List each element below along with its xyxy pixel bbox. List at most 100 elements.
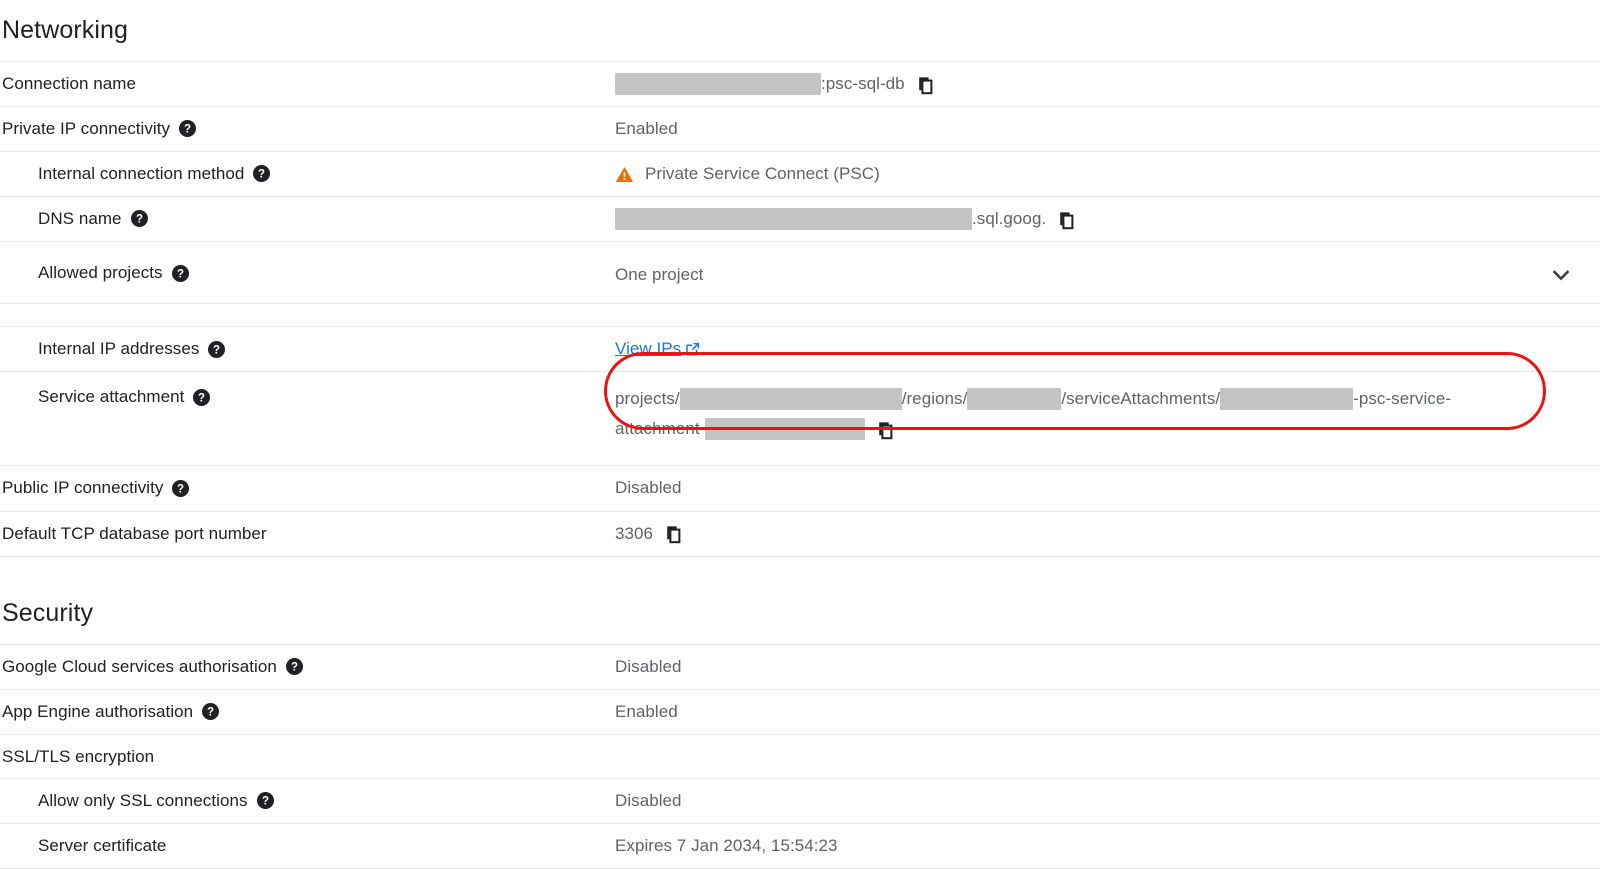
help-icon[interactable]: ? bbox=[257, 792, 274, 809]
help-icon[interactable]: ? bbox=[253, 165, 270, 182]
row-value-internal-connection-method: Private Service Connect (PSC) bbox=[615, 152, 1600, 196]
view-ips-link[interactable]: View IPs bbox=[615, 338, 700, 360]
svg-text:?: ? bbox=[177, 268, 184, 280]
svg-text:?: ? bbox=[258, 169, 265, 181]
svg-text:?: ? bbox=[184, 124, 191, 136]
table-row-ssl-tls-encryption: SSL/TLS encryption bbox=[0, 734, 1600, 778]
row-label-text: SSL/TLS encryption bbox=[2, 746, 154, 767]
row-label-text: Allowed projects bbox=[38, 262, 163, 283]
value-text: 3306 bbox=[615, 523, 653, 545]
row-label-text: Default TCP database port number bbox=[2, 523, 267, 544]
copy-icon[interactable] bbox=[916, 76, 935, 95]
connection-name-suffix: :psc-sql-db bbox=[821, 73, 905, 95]
redacted-attachment-name bbox=[1220, 388, 1353, 410]
table-row-server-certificate: Server certificate Expires 7 Jan 2034, 1… bbox=[0, 823, 1600, 868]
sa-part-suffix: -psc-service- bbox=[1353, 384, 1451, 414]
help-icon[interactable]: ? bbox=[193, 389, 210, 406]
spacer bbox=[0, 43, 1600, 61]
help-icon[interactable]: ? bbox=[131, 210, 148, 227]
table-row-google-cloud-services-authorisation: Google Cloud services authorisation ? Di… bbox=[0, 644, 1600, 689]
table-row-internal-ip-addresses: Internal IP addresses ? View IPs bbox=[0, 326, 1600, 371]
row-label-text: Allow only SSL connections bbox=[38, 790, 248, 811]
row-value-service-attachment: projects/ /regions/ /serviceAttachments/… bbox=[615, 372, 1600, 465]
view-ips-label: View IPs bbox=[615, 338, 681, 360]
row-label: Google Cloud services authorisation ? bbox=[0, 645, 615, 688]
row-value-app-engine-authorisation: Enabled bbox=[615, 690, 1600, 734]
row-label: Server certificate bbox=[0, 824, 615, 867]
copy-icon[interactable] bbox=[876, 421, 895, 440]
value-text: Private Service Connect (PSC) bbox=[645, 163, 880, 185]
service-attachment-line-1: projects/ /regions/ /serviceAttachments/… bbox=[615, 384, 1451, 414]
row-label: Internal IP addresses ? bbox=[0, 327, 615, 370]
spacer bbox=[0, 557, 1600, 601]
svg-text:?: ? bbox=[198, 393, 205, 405]
copy-icon[interactable] bbox=[1057, 211, 1076, 230]
value-text: Enabled bbox=[615, 701, 678, 723]
help-icon[interactable]: ? bbox=[286, 658, 303, 675]
help-icon[interactable]: ? bbox=[208, 341, 225, 358]
row-label-text: Connection name bbox=[2, 73, 136, 94]
svg-text:?: ? bbox=[213, 344, 220, 356]
row-value-allowed-projects: One project bbox=[615, 242, 1600, 299]
chevron-down-icon[interactable] bbox=[1548, 262, 1574, 288]
section-title-networking: Networking bbox=[0, 0, 1600, 43]
copy-icon[interactable] bbox=[664, 525, 683, 544]
row-label-text: DNS name bbox=[38, 208, 122, 229]
svg-text:?: ? bbox=[207, 706, 214, 718]
row-label: Default TCP database port number bbox=[0, 512, 615, 555]
service-attachment-line-2: attachment- bbox=[615, 414, 1451, 444]
table-row-private-ip-connectivity: Private IP connectivity ? Enabled bbox=[0, 106, 1600, 151]
service-attachment-path: projects/ /regions/ /serviceAttachments/… bbox=[615, 372, 1451, 454]
row-value-dns-name: .sql.goog. bbox=[615, 197, 1600, 241]
row-label: Public IP connectivity ? bbox=[0, 466, 615, 509]
row-label: Service attachment ? bbox=[0, 372, 615, 418]
row-label-text: Internal connection method bbox=[38, 163, 244, 184]
dns-name-suffix: .sql.goog. bbox=[972, 208, 1046, 230]
row-value-connection-name: :psc-sql-db bbox=[615, 62, 1600, 106]
spacer bbox=[0, 626, 1600, 644]
row-value-ssl-tls-encryption bbox=[615, 735, 1600, 757]
table-row-connection-name: Connection name :psc-sql-db bbox=[0, 61, 1600, 106]
value-text: Enabled bbox=[615, 118, 678, 140]
external-link-icon bbox=[685, 342, 700, 357]
row-label-text: Public IP connectivity bbox=[2, 477, 163, 498]
row-value-internal-ip-addresses: View IPs bbox=[615, 327, 1600, 371]
row-label: Private IP connectivity ? bbox=[0, 107, 615, 150]
row-label: Connection name bbox=[0, 62, 615, 105]
row-label-text: Google Cloud services authorisation bbox=[2, 656, 277, 677]
section-title-security: Security bbox=[0, 601, 1600, 626]
row-label: SSL/TLS encryption bbox=[0, 735, 615, 778]
row-label-text: Internal IP addresses bbox=[38, 338, 199, 359]
help-icon[interactable]: ? bbox=[202, 703, 219, 720]
row-label-text: Server certificate bbox=[38, 835, 166, 856]
table-row-service-attachment: Service attachment ? projects/ /regions/… bbox=[0, 371, 1600, 465]
table-row-allow-only-ssl-connections: Allow only SSL connections ? Disabled bbox=[0, 778, 1600, 823]
allowed-projects-expanded-area bbox=[0, 303, 1600, 326]
table-row-public-ip-connectivity: Public IP connectivity ? Disabled bbox=[0, 465, 1600, 510]
row-label: DNS name ? bbox=[0, 197, 615, 240]
row-label-text: App Engine authorisation bbox=[2, 701, 193, 722]
sa-part-projects: projects/ bbox=[615, 384, 680, 414]
sa-part-attachment: attachment- bbox=[615, 414, 705, 444]
instance-details-page: Networking Connection name :psc-sql-db P… bbox=[0, 0, 1600, 822]
row-value-public-ip-connectivity: Disabled bbox=[615, 466, 1600, 510]
help-icon[interactable]: ? bbox=[172, 265, 189, 282]
value-text: Disabled bbox=[615, 656, 682, 678]
table-row-allowed-projects[interactable]: Allowed projects ? One project bbox=[0, 241, 1600, 303]
help-icon[interactable]: ? bbox=[172, 480, 189, 497]
table-row-internal-connection-method: Internal connection method ? Private Ser… bbox=[0, 151, 1600, 196]
sa-part-regions: /regions/ bbox=[902, 384, 968, 414]
svg-text:?: ? bbox=[177, 483, 184, 495]
row-label: Allow only SSL connections ? bbox=[0, 779, 615, 822]
row-label: Internal connection method ? bbox=[0, 152, 615, 195]
redacted-region bbox=[967, 388, 1061, 410]
row-value-google-cloud-services-authorisation: Disabled bbox=[615, 645, 1600, 689]
row-value-default-tcp-port: 3306 bbox=[615, 512, 1600, 556]
value-text: One project bbox=[615, 264, 703, 286]
warning-icon bbox=[615, 165, 634, 184]
redacted-attachment-id bbox=[705, 418, 865, 440]
row-label: App Engine authorisation ? bbox=[0, 690, 615, 733]
svg-text:?: ? bbox=[261, 796, 268, 808]
help-icon[interactable]: ? bbox=[179, 120, 196, 137]
sa-part-serviceattachments: /serviceAttachments/ bbox=[1061, 384, 1220, 414]
